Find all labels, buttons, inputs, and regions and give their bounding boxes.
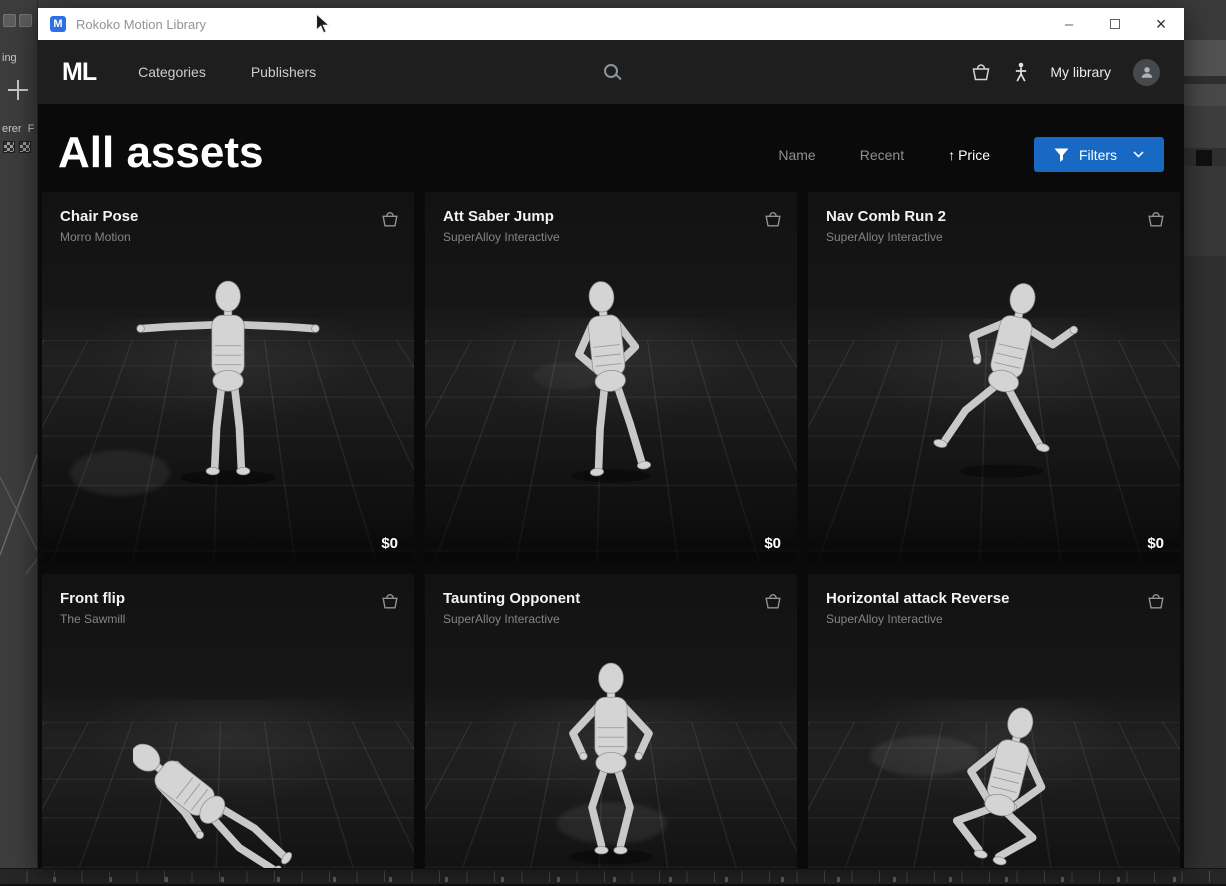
chevron-down-icon: [1133, 151, 1144, 158]
add-to-cart-button[interactable]: [763, 590, 783, 614]
cart-icon: [382, 211, 398, 226]
add-to-cart-button[interactable]: [763, 208, 783, 232]
asset-price: $0: [764, 535, 781, 552]
asset-title: Nav Comb Run 2: [826, 208, 947, 225]
sort-bar: Name Recent ↑ Price Filters: [778, 137, 1164, 172]
maya-texture-icon[interactable]: [19, 141, 31, 153]
asset-card-chair-pose[interactable]: Chair Pose Morro Motion $0: [42, 192, 414, 562]
maya-left-toolbar: ing erer F: [0, 0, 38, 868]
account-avatar[interactable]: [1133, 58, 1160, 86]
app-logo-icon: M: [50, 16, 66, 32]
mannequin-figure: [571, 281, 652, 483]
nav-my-library[interactable]: My library: [1050, 64, 1111, 80]
asset-card-nav-comb-run-2[interactable]: Nav Comb Run 2 SuperAlloy Interactive $0: [808, 192, 1180, 562]
maya-timeline[interactable]: [0, 868, 1226, 886]
nav-publishers[interactable]: Publishers: [251, 64, 316, 80]
window-title: Rokoko Motion Library: [76, 16, 207, 32]
maya-panel-text: ing: [2, 52, 17, 64]
page-title: All assets: [58, 128, 264, 177]
search-icon: [604, 64, 618, 78]
mannequin-figure: [569, 662, 653, 865]
page-content: All assets Name Recent ↑ Price Filters C…: [38, 104, 1184, 868]
maximize-button[interactable]: [1092, 8, 1138, 40]
cart-icon: [382, 593, 398, 608]
asset-preview: [808, 192, 1180, 562]
cart-icon: [1148, 211, 1164, 226]
filters-button[interactable]: Filters: [1034, 137, 1164, 172]
mouse-cursor: [315, 13, 331, 34]
asset-title: Horizontal attack Reverse: [826, 590, 1010, 607]
asset-title: Chair Pose: [60, 208, 139, 225]
cart-icon[interactable]: [970, 61, 992, 83]
maya-viewport-grid-lines: [0, 455, 38, 575]
cart-icon: [765, 593, 781, 608]
asset-card-horizontal-attack-reverse[interactable]: Horizontal attack Reverse SuperAlloy Int…: [808, 574, 1180, 868]
screen: Key Playback Visualize Deform Constrain …: [0, 0, 1226, 886]
maya-texture-icon[interactable]: [3, 141, 15, 153]
add-to-cart-button[interactable]: [380, 208, 400, 232]
asset-publisher: SuperAlloy Interactive: [826, 612, 943, 626]
rokoko-motion-library-window: M Rokoko Motion Library – × ML Categorie…: [38, 8, 1184, 868]
nav-categories[interactable]: Categories: [138, 64, 206, 80]
maya-move-tool-icon[interactable]: [8, 80, 28, 100]
asset-preview: [42, 192, 414, 562]
character-icon[interactable]: [1014, 62, 1028, 82]
add-to-cart-button[interactable]: [1146, 590, 1166, 614]
main-navbar: ML Categories Publishers My library: [38, 40, 1184, 104]
cart-icon: [765, 211, 781, 226]
asset-publisher: SuperAlloy Interactive: [443, 612, 560, 626]
asset-publisher: SuperAlloy Interactive: [826, 230, 943, 244]
asset-card-taunting-opponent[interactable]: Taunting Opponent SuperAlloy Interactive: [425, 574, 797, 868]
maya-panel-block: [1184, 40, 1226, 76]
asset-publisher: Morro Motion: [60, 230, 131, 244]
maximize-icon: [1110, 19, 1120, 29]
maya-tool-icon[interactable]: [19, 14, 32, 27]
maya-panel-text: erer F: [2, 123, 35, 135]
asset-title: Att Saber Jump: [443, 208, 554, 225]
cart-icon: [1148, 593, 1164, 608]
maya-panel-block: [1184, 84, 1226, 106]
search-button[interactable]: [604, 64, 618, 78]
mannequin-figure: [933, 283, 1078, 478]
asset-publisher: SuperAlloy Interactive: [443, 230, 560, 244]
funnel-icon: [1054, 148, 1069, 162]
asset-price: $0: [381, 535, 398, 552]
sort-by-recent[interactable]: Recent: [860, 147, 904, 163]
ml-logo[interactable]: ML: [62, 58, 97, 87]
asset-price: $0: [1147, 535, 1164, 552]
minimize-button[interactable]: –: [1046, 8, 1092, 40]
sort-by-price[interactable]: ↑ Price: [948, 147, 990, 163]
add-to-cart-button[interactable]: [1146, 208, 1166, 232]
asset-grid: Chair Pose Morro Motion $0 Att Saber Jum…: [42, 192, 1180, 868]
asset-preview: [425, 192, 797, 562]
asset-publisher: The Sawmill: [60, 612, 126, 626]
user-icon: [1141, 67, 1152, 78]
close-button[interactable]: ×: [1138, 8, 1184, 40]
asset-title: Taunting Opponent: [443, 590, 581, 607]
mannequin-figure: [136, 280, 320, 486]
maya-panel-block: [1184, 106, 1226, 148]
sort-by-name[interactable]: Name: [778, 147, 815, 163]
maya-panel-block: [1184, 0, 1226, 40]
asset-title: Front flip: [60, 590, 125, 607]
maya-right-panel: [1184, 0, 1226, 868]
timeline-ticks: [0, 871, 1226, 882]
maya-color-swatch[interactable]: [1196, 150, 1212, 166]
mannequin-figure: [133, 743, 293, 868]
asset-card-att-saber-jump[interactable]: Att Saber Jump SuperAlloy Interactive $0: [425, 192, 797, 562]
maya-tool-icon[interactable]: [3, 14, 16, 27]
sort-ascending-icon: ↑: [948, 146, 956, 163]
add-to-cart-button[interactable]: [380, 590, 400, 614]
asset-card-front-flip[interactable]: Front flip The Sawmill: [42, 574, 414, 868]
maya-panel-block: [1184, 166, 1226, 256]
window-titlebar[interactable]: M Rokoko Motion Library – ×: [38, 8, 1184, 40]
mannequin-figure: [952, 707, 1046, 866]
